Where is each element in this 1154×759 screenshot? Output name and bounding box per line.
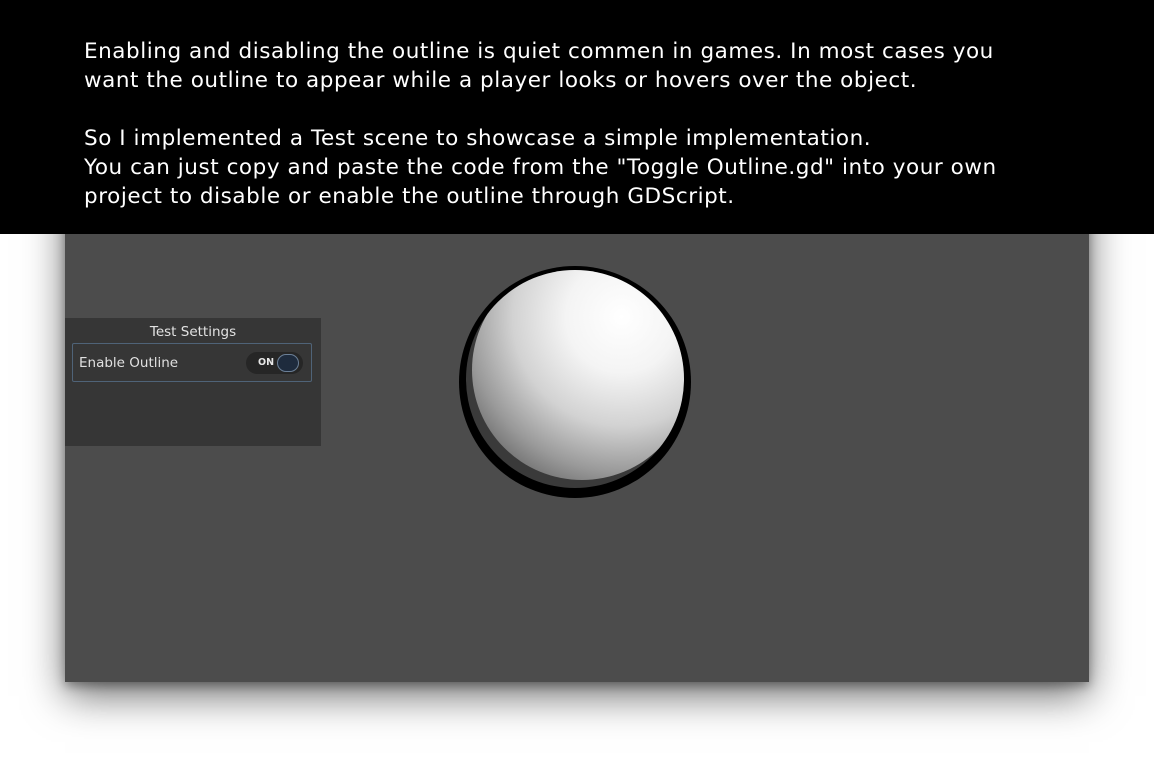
sphere-lit-surface xyxy=(472,270,684,480)
caption-line: So I implemented a Test scene to showcas… xyxy=(84,126,872,151)
toggle-knob xyxy=(277,354,299,372)
caption-banner: Enabling and disabling the outline is qu… xyxy=(0,0,1154,234)
caption-line: You can just copy and paste the code fro… xyxy=(84,155,997,180)
caption-line: project to disable or enable the outline… xyxy=(84,184,735,209)
caption-line: want the outline to appear while a playe… xyxy=(84,68,918,93)
enable-outline-toggle[interactable]: ON xyxy=(246,352,303,374)
panel-title: Test Settings xyxy=(149,324,237,340)
caption-line: Enabling and disabling the outline is qu… xyxy=(84,39,994,64)
toggle-state-text: ON xyxy=(258,357,275,368)
page: Test Settings Enable Outline ON Enabling… xyxy=(0,0,1154,759)
enable-outline-label: Enable Outline xyxy=(79,355,179,371)
test-settings-panel: Test Settings Enable Outline ON xyxy=(65,318,321,446)
caption-text: Enabling and disabling the outline is qu… xyxy=(84,37,1144,211)
outlined-sphere[interactable] xyxy=(458,264,698,504)
enable-outline-row: Enable Outline ON xyxy=(72,343,312,382)
